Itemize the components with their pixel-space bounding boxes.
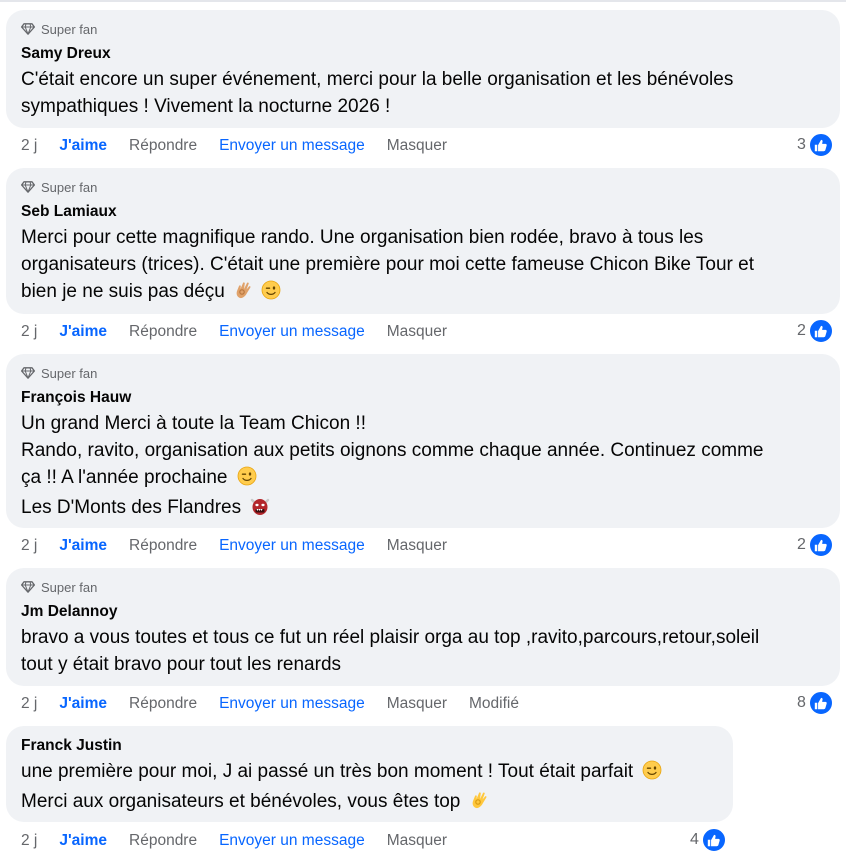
timestamp[interactable]: 2 j: [21, 323, 37, 341]
hide-button[interactable]: Masquer: [387, 137, 447, 155]
diamond-icon: [21, 581, 35, 593]
winking-face-emoji: [237, 466, 257, 494]
reaction-summary[interactable]: 2: [797, 532, 834, 558]
thumbs-up-icon: [807, 532, 834, 558]
reply-button[interactable]: Répondre: [129, 695, 197, 713]
author-name[interactable]: François Hauw: [21, 388, 825, 408]
comment-bubble: Super fan Seb Lamiaux Merci pour cette m…: [6, 168, 840, 314]
timestamp[interactable]: 2 j: [21, 537, 37, 555]
badge-label: Super fan: [41, 365, 98, 381]
badge-label: Super fan: [41, 21, 98, 37]
badge-label: Super fan: [41, 579, 98, 595]
divider: [0, 0, 846, 2]
like-button[interactable]: J'aime: [59, 537, 107, 555]
comment-text-line: organisateurs (trices). C'était une prem…: [21, 254, 755, 275]
comment-text: ça !! A l'année prochaine: [21, 467, 228, 488]
comment-actions: 2 j J'aime Répondre Envoyer un message M…: [21, 135, 469, 157]
super-fan-badge[interactable]: Super fan: [21, 178, 825, 196]
comment-text-line: Merci pour cette magnifique rando. Une o…: [21, 227, 704, 248]
comment-actions: 2 j J'aime Répondre Envoyer un message M…: [21, 535, 469, 557]
diamond-icon: [21, 367, 35, 379]
edited-label[interactable]: Modifié: [469, 695, 519, 713]
reaction-count: 3: [797, 136, 806, 153]
author-name[interactable]: Franck Justin: [21, 736, 718, 756]
ok-hand-emoji: [470, 790, 490, 818]
comment-text-line: C'était encore un super événement, merci…: [21, 69, 734, 90]
reaction-summary[interactable]: 3: [797, 132, 834, 158]
reaction-count: 4: [690, 831, 699, 848]
comment-text: Les D'Monts des Flandres: [21, 497, 242, 518]
send-message-button[interactable]: Envoyer un message: [219, 537, 365, 555]
reply-button[interactable]: Répondre: [129, 832, 197, 850]
reaction-count: 2: [797, 536, 806, 553]
send-message-button[interactable]: Envoyer un message: [219, 323, 365, 341]
comment-actions: 2 j J'aime Répondre Envoyer un message M…: [21, 693, 541, 715]
timestamp[interactable]: 2 j: [21, 695, 37, 713]
diamond-icon: [21, 181, 35, 193]
comment-bubble: Franck Justin une première pour moi, J a…: [6, 726, 733, 822]
comment-text-line: Merci aux organisateurs et bénévoles, vo…: [21, 788, 718, 818]
reaction-count: 2: [797, 322, 806, 339]
comment-text: bien je ne suis pas déçu: [21, 281, 225, 302]
comment-text-line: bien je ne suis pas déçu: [21, 278, 825, 308]
comment-actions: 2 j J'aime Répondre Envoyer un message M…: [21, 321, 469, 343]
comment-bubble: Super fan Samy Dreux C'était encore un s…: [6, 10, 840, 128]
comment-text-line: bravo a vous toutes et tous ce fut un ré…: [21, 627, 760, 648]
comment-text-line: une première pour moi, J ai passé un trè…: [21, 758, 718, 788]
timestamp[interactable]: 2 j: [21, 832, 37, 850]
timestamp[interactable]: 2 j: [21, 137, 37, 155]
author-name[interactable]: Jm Delannoy: [21, 602, 825, 622]
reaction-summary[interactable]: 4: [690, 827, 727, 853]
reaction-count: 8: [797, 694, 806, 711]
hide-button[interactable]: Masquer: [387, 323, 447, 341]
author-name[interactable]: Seb Lamiaux: [21, 202, 825, 222]
send-message-button[interactable]: Envoyer un message: [219, 832, 365, 850]
send-message-button[interactable]: Envoyer un message: [219, 695, 365, 713]
thumbs-up-icon: [700, 827, 727, 853]
hide-button[interactable]: Masquer: [387, 695, 447, 713]
reaction-summary[interactable]: 2: [797, 318, 834, 344]
reply-button[interactable]: Répondre: [129, 137, 197, 155]
comment-bubble: Super fan François Hauw Un grand Merci à…: [6, 354, 840, 528]
super-fan-badge[interactable]: Super fan: [21, 364, 825, 382]
comment-text-line: ça !! A l'année prochaine: [21, 464, 825, 494]
badge-label: Super fan: [41, 179, 98, 195]
super-fan-badge[interactable]: Super fan: [21, 578, 825, 596]
ogre-emoji: [250, 496, 270, 524]
like-button[interactable]: J'aime: [59, 695, 107, 713]
comment-bubble: Super fan Jm Delannoy bravo a vous toute…: [6, 568, 840, 686]
reply-button[interactable]: Répondre: [129, 323, 197, 341]
super-fan-badge[interactable]: Super fan: [21, 20, 825, 38]
reply-button[interactable]: Répondre: [129, 537, 197, 555]
comment-actions: 2 j J'aime Répondre Envoyer un message M…: [21, 830, 469, 852]
author-name[interactable]: Samy Dreux: [21, 44, 825, 64]
winking-face-emoji: [261, 280, 281, 308]
like-button[interactable]: J'aime: [59, 137, 107, 155]
comment-text-line: tout y était bravo pour tout les renards: [21, 654, 342, 675]
comment-text-line: Un grand Merci à toute la Team Chicon !!: [21, 413, 366, 434]
comment-text-line: Les D'Monts des Flandres: [21, 494, 825, 524]
send-message-button[interactable]: Envoyer un message: [219, 137, 365, 155]
hide-button[interactable]: Masquer: [387, 537, 447, 555]
ok-hand-emoji: [234, 280, 254, 308]
reaction-summary[interactable]: 8: [797, 690, 834, 716]
like-button[interactable]: J'aime: [59, 323, 107, 341]
comment-text: Merci aux organisateurs et bénévoles, vo…: [21, 791, 461, 812]
winking-face-emoji: [642, 760, 662, 788]
comment-text-line: Rando, ravito, organisation aux petits o…: [21, 440, 764, 461]
thumbs-up-icon: [807, 132, 834, 158]
comment-text: une première pour moi, J ai passé un trè…: [21, 761, 634, 782]
hide-button[interactable]: Masquer: [387, 832, 447, 850]
thumbs-up-icon: [807, 690, 834, 716]
comment-text-line: sympathiques ! Vivement la nocturne 2026…: [21, 96, 391, 117]
thumbs-up-icon: [807, 318, 834, 344]
like-button[interactable]: J'aime: [59, 832, 107, 850]
diamond-icon: [21, 23, 35, 35]
